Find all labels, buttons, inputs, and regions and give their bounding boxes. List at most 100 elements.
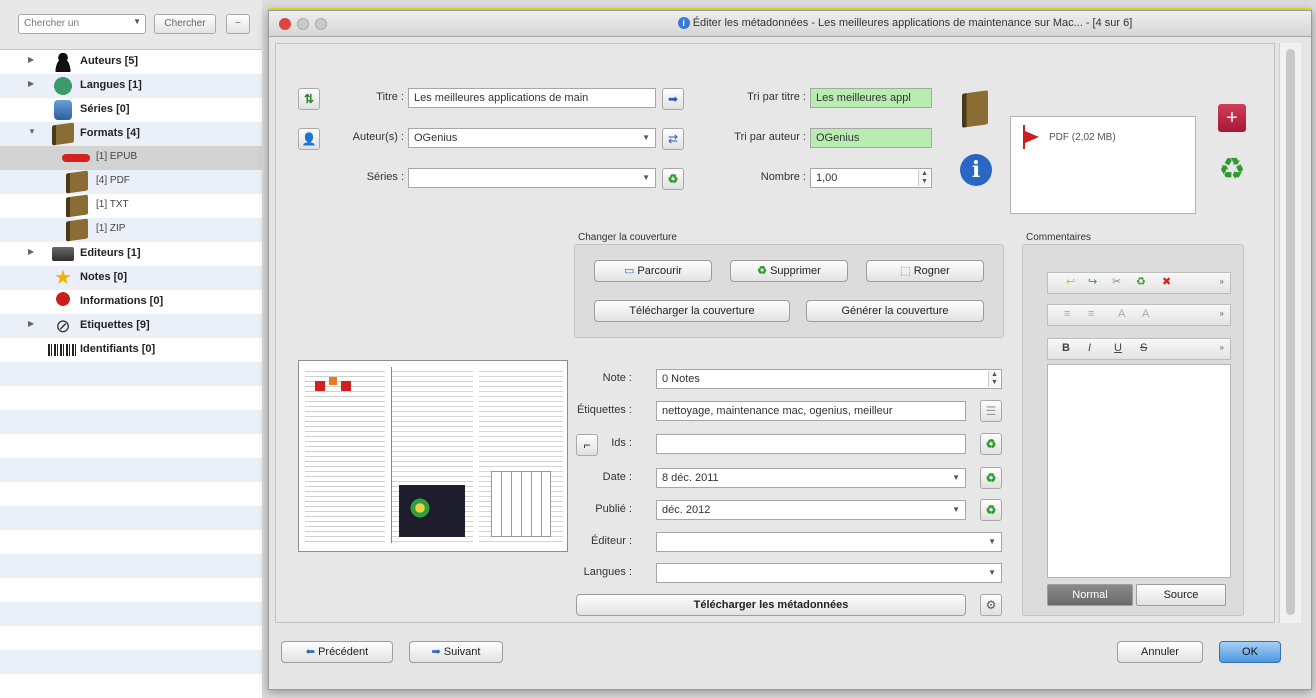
person-icon[interactable]: 👤 <box>298 128 320 150</box>
stepper-icon[interactable]: ▲ ▼ <box>918 170 930 186</box>
rating-field[interactable]: 0 Notes ▲ ▼ <box>656 369 1002 389</box>
sort-author-field[interactable]: OGenius <box>810 128 932 148</box>
clear-series-button[interactable]: ♻ <box>662 168 684 190</box>
sidebar-item-publishers[interactable]: ▶ Editeurs [1] <box>0 242 262 266</box>
sidebar-item-news[interactable]: Informations [0] <box>0 290 262 314</box>
align-center-icon[interactable]: ≡ <box>1088 308 1094 320</box>
trim-cover-button[interactable]: ⬚ Rogner <box>866 260 984 282</box>
book-icon <box>66 170 88 194</box>
search-options-button[interactable]: − <box>226 14 250 34</box>
tag-icon: ⊘ <box>55 316 71 336</box>
ok-button[interactable]: OK <box>1219 641 1281 663</box>
publisher-combo[interactable]: ▼ <box>656 532 1002 552</box>
remove-cover-button[interactable]: ♻ Supprimer <box>730 260 848 282</box>
sidebar-item-label: [4] PDF <box>96 175 130 186</box>
sidebar-item-tags[interactable]: ▶ ⊘ Etiquettes [9] <box>0 314 262 338</box>
download-metadata-button[interactable]: Télécharger les métadonnées <box>576 594 966 616</box>
settings-icon[interactable]: ⚙ <box>980 594 1002 616</box>
previous-button[interactable]: ⬅ Précédent <box>281 641 393 663</box>
redo-icon[interactable]: ↪ <box>1088 275 1097 288</box>
sidebar-item-authors[interactable]: ▶ Auteurs [5] <box>0 50 262 74</box>
more-icon[interactable]: » <box>1220 277 1224 286</box>
expand-arrow-icon[interactable]: ▶ <box>28 79 34 88</box>
sidebar-item-format-zip[interactable]: [1] ZIP <box>0 218 262 242</box>
underline-icon[interactable]: U <box>1114 342 1122 354</box>
cover-image[interactable] <box>298 360 568 552</box>
format-item-pdf[interactable]: PDF (2,02 MB) <box>1021 125 1116 149</box>
cancel-button[interactable]: Annuler <box>1117 641 1203 663</box>
copy-title-button[interactable]: ➡ <box>662 88 684 110</box>
copy-author-button[interactable]: ⇄ <box>662 128 684 150</box>
info-icon <box>52 292 74 312</box>
info-button[interactable]: i <box>956 152 996 192</box>
swap-title-author-button[interactable]: ⇅ <box>298 88 320 110</box>
authors-label: Auteur(s) : <box>352 131 404 143</box>
download-cover-button[interactable]: Télécharger la couverture <box>594 300 790 322</box>
more-icon[interactable]: » <box>1220 309 1224 318</box>
search-button[interactable]: Chercher <box>154 14 216 34</box>
tab-source-view[interactable]: Source <box>1136 584 1226 606</box>
tab-normal-view[interactable]: Normal <box>1047 584 1133 606</box>
comments-editor[interactable] <box>1047 364 1231 578</box>
tags-field[interactable]: nettoyage, maintenance mac, ogenius, mei… <box>656 401 966 421</box>
expand-arrow-icon[interactable]: ▶ <box>28 55 34 64</box>
comments-toolbar-3: B I U S » <box>1047 338 1231 360</box>
authors-combo[interactable]: OGenius ▼ <box>408 128 656 148</box>
more-icon[interactable]: » <box>1220 343 1224 352</box>
sidebar-item-formats[interactable]: ▼ Formats [4] <box>0 122 262 146</box>
sidebar-item-format-txt[interactable]: [1] TXT <box>0 194 262 218</box>
browse-cover-button[interactable]: ▭ Parcourir <box>594 260 712 282</box>
add-format-button[interactable]: + <box>1212 100 1252 140</box>
expand-arrow-icon[interactable]: ▶ <box>28 319 34 328</box>
vertical-scrollbar[interactable] <box>1279 43 1301 623</box>
clear-icon[interactable]: ✖ <box>1162 275 1171 288</box>
sidebar-item-format-epub[interactable]: [1] EPUB <box>0 146 262 170</box>
title-field[interactable]: Les meilleures applications de main <box>408 88 656 108</box>
series-number-value: 1,00 <box>816 172 838 184</box>
italic-icon[interactable]: I <box>1088 342 1091 354</box>
sidebar-item-languages[interactable]: ▶ Langues [1] <box>0 74 262 98</box>
sidebar-item-label: Identifiants [0] <box>80 343 156 355</box>
date-field[interactable]: 8 déc. 2011 ▼ <box>656 468 966 488</box>
subscript-icon[interactable]: A <box>1142 308 1149 320</box>
scrollbar-thumb[interactable] <box>1286 49 1295 615</box>
strikethrough-icon[interactable]: S <box>1140 342 1147 354</box>
undo-icon[interactable]: ↩ <box>1066 275 1075 288</box>
recycle-icon[interactable]: ♻ <box>1136 275 1146 288</box>
bold-icon[interactable]: B <box>1062 342 1070 354</box>
window-title: i Éditer les métadonnées - Les meilleures… <box>269 17 1311 29</box>
search-input[interactable]: Chercher un ▼ <box>18 14 146 34</box>
superscript-icon[interactable]: A <box>1118 308 1125 320</box>
chevron-down-icon: ▼ <box>133 17 141 26</box>
sidebar-item-series[interactable]: Séries [0] <box>0 98 262 122</box>
cut-icon[interactable]: ✂ <box>1112 275 1121 288</box>
edit-tags-button[interactable]: ☰ <box>980 400 1002 422</box>
series-number-field[interactable]: 1,00 ▲ ▼ <box>810 168 932 188</box>
clear-date-button[interactable]: ♻ <box>980 467 1002 489</box>
epub-icon <box>62 154 90 162</box>
clear-ids-button[interactable]: ♻ <box>980 433 1002 455</box>
languages-combo[interactable]: ▼ <box>656 563 1002 583</box>
add-format-book-button[interactable] <box>956 90 996 130</box>
comments-group-title: Commentaires <box>1026 232 1092 243</box>
next-button[interactable]: ➡ Suivant <box>409 641 503 663</box>
remove-format-button[interactable]: ♻ <box>1212 152 1252 192</box>
clear-published-button[interactable]: ♻ <box>980 499 1002 521</box>
sidebar-item-ratings[interactable]: ★ Notes [0] <box>0 266 262 290</box>
stepper-icon[interactable]: ▲ ▼ <box>988 371 1000 387</box>
published-field[interactable]: déc. 2012 ▼ <box>656 500 966 520</box>
align-left-icon[interactable]: ≡ <box>1064 308 1070 320</box>
globe-icon <box>52 76 74 96</box>
paste-isbn-button[interactable]: ⌐ <box>576 434 598 456</box>
cover-screenshot-art <box>409 497 431 519</box>
generate-cover-button[interactable]: Générer la couverture <box>806 300 984 322</box>
sidebar-item-identifiers[interactable]: Identifiants [0] <box>0 338 262 362</box>
sort-title-field[interactable]: Les meilleures appl <box>810 88 932 108</box>
sidebar-item-label: Séries [0] <box>80 103 130 115</box>
collapse-arrow-icon[interactable]: ▼ <box>28 127 36 136</box>
formats-list[interactable]: PDF (2,02 MB) <box>1010 116 1196 214</box>
expand-arrow-icon[interactable]: ▶ <box>28 247 34 256</box>
series-combo[interactable]: ▼ <box>408 168 656 188</box>
ids-field[interactable] <box>656 434 966 454</box>
sidebar-item-format-pdf[interactable]: [4] PDF <box>0 170 262 194</box>
